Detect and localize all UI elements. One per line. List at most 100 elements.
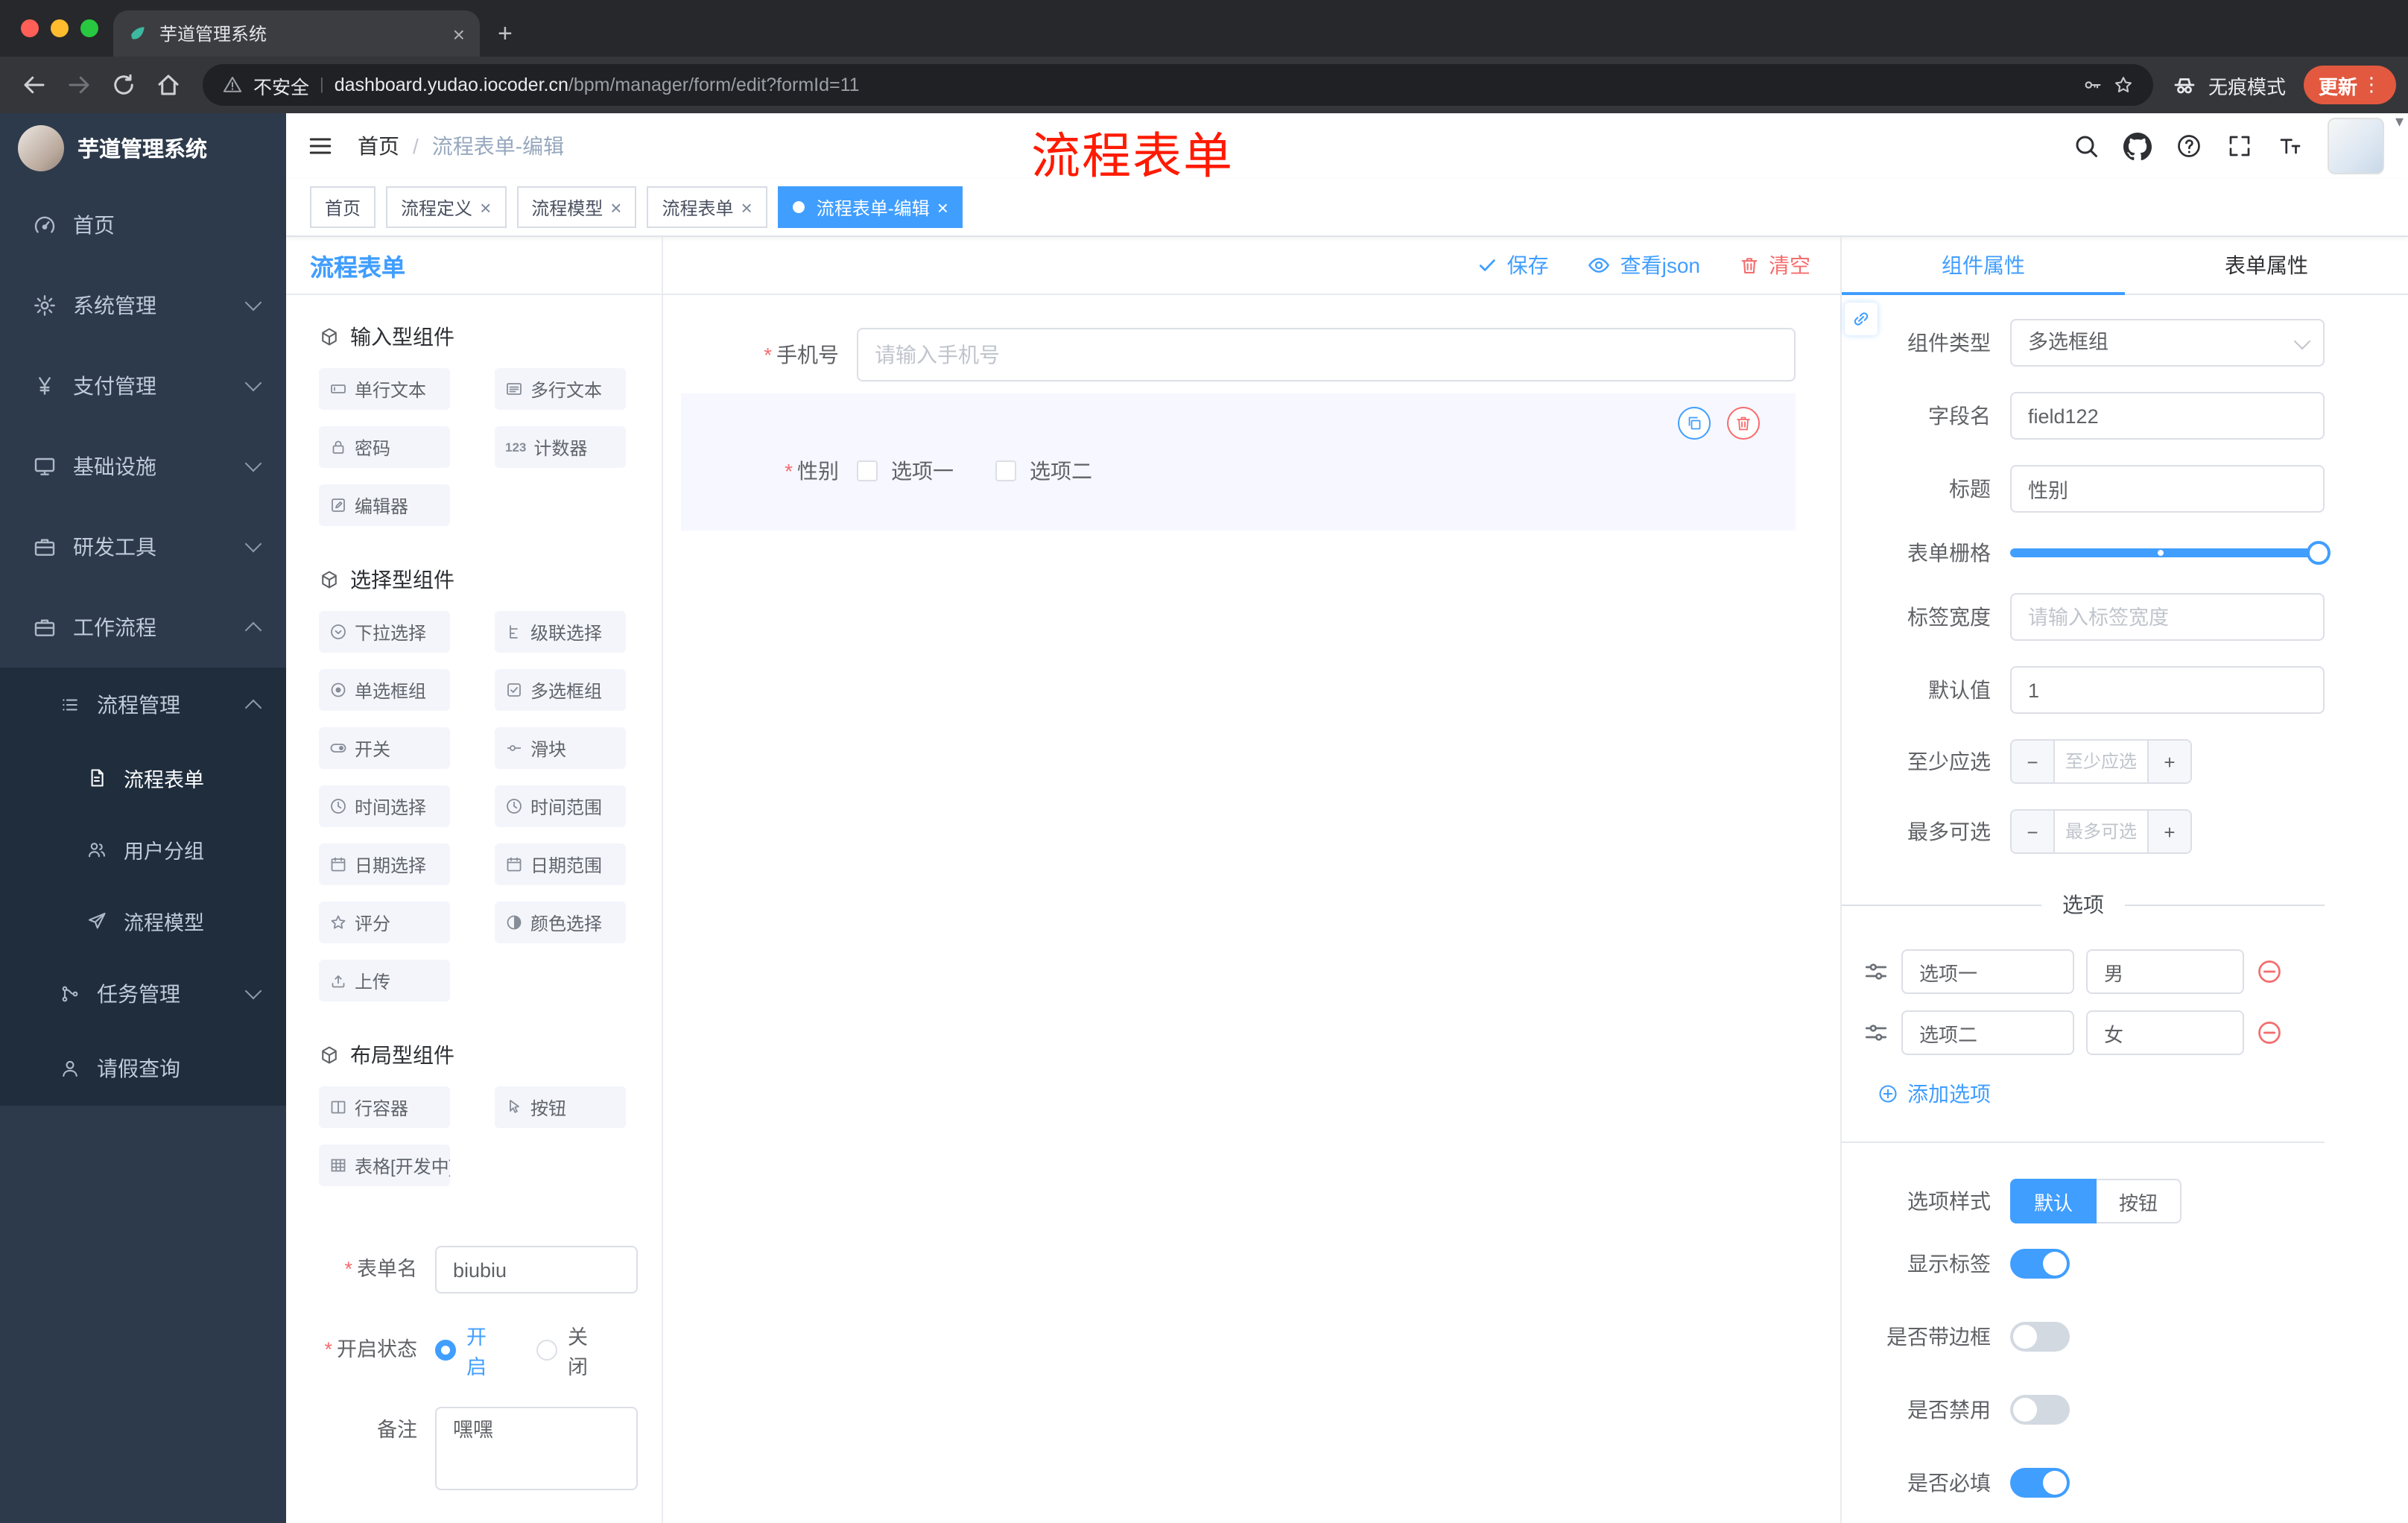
palette-item-radio-group[interactable]: 单选框组 [319, 669, 450, 711]
phone-input[interactable] [857, 328, 1796, 381]
palette-item-counter[interactable]: 计数器 [495, 426, 626, 468]
tag-process-form[interactable]: 流程表单 [647, 186, 767, 228]
back-button[interactable] [15, 66, 54, 104]
tag-process-definition[interactable]: 流程定义 [386, 186, 507, 228]
canvas-field-phone[interactable]: 手机号 [681, 316, 1796, 393]
max-select-input[interactable] [2055, 811, 2147, 852]
canvas-field-gender[interactable]: 性别 选项一 选项二 [681, 393, 1796, 531]
palette-item-multi-line-text[interactable]: 多行文本 [495, 368, 626, 410]
minimize-window-button[interactable] [51, 19, 69, 37]
palette-item-color-picker[interactable]: 颜色选择 [495, 902, 626, 943]
tag-process-model[interactable]: 流程模型 [516, 186, 637, 228]
browser-menu-icon[interactable] [2362, 73, 2381, 97]
palette-item-date-picker[interactable]: 日期选择 [319, 843, 450, 885]
search-icon[interactable] [2073, 133, 2100, 159]
option-name-input[interactable] [1901, 949, 2074, 994]
github-icon[interactable] [2123, 132, 2152, 160]
palette-item-password[interactable]: 密码 [319, 426, 450, 468]
sidebar-item-workflow[interactable]: 工作流程 [0, 587, 286, 668]
help-icon[interactable] [2176, 133, 2202, 159]
form-name-input[interactable] [435, 1246, 638, 1294]
close-icon[interactable] [741, 197, 752, 217]
component-type-select[interactable]: 多选框组 [2010, 319, 2325, 367]
option-value-input[interactable] [2086, 949, 2244, 994]
sidebar-item-leave-query[interactable]: 请假查询 [0, 1031, 286, 1106]
gender-option-1-checkbox[interactable]: 选项一 [857, 456, 954, 486]
sidebar-item-system[interactable]: 系统管理 [0, 265, 286, 346]
palette-item-select[interactable]: 下拉选择 [319, 611, 450, 653]
option-name-input[interactable] [1901, 1010, 2074, 1055]
palette-item-button[interactable]: 按钮 [495, 1086, 626, 1128]
gender-option-2-checkbox[interactable]: 选项二 [995, 456, 1092, 486]
form-remark-textarea[interactable]: 嘿嘿 [435, 1407, 638, 1490]
palette-item-single-line-text[interactable]: 单行文本 [319, 368, 450, 410]
close-icon[interactable] [610, 197, 621, 217]
palette-item-editor[interactable]: 编辑器 [319, 484, 450, 526]
tab-close-icon[interactable] [453, 23, 465, 44]
address-bar[interactable]: 不安全 dashboard.yudao.iocoder.cn/bpm/manag… [203, 64, 2153, 106]
drag-handle-icon[interactable] [1863, 958, 1889, 985]
palette-item-switch[interactable]: 开关 [319, 727, 450, 769]
fullscreen-icon[interactable] [2226, 133, 2253, 159]
palette-item-upload[interactable]: 上传 [319, 960, 450, 1001]
palette-item-checkbox-group[interactable]: 多选框组 [495, 669, 626, 711]
palette-item-table[interactable]: 表格[开发中] [319, 1144, 450, 1186]
increase-button[interactable] [2147, 741, 2190, 782]
sidebar-item-process-form[interactable]: 流程表单 [0, 742, 286, 814]
tag-home[interactable]: 首页 [310, 186, 376, 228]
browser-tab[interactable]: 芋道管理系统 [113, 10, 480, 57]
option-value-input[interactable] [2086, 1010, 2244, 1055]
reload-button[interactable] [104, 66, 143, 104]
maximize-window-button[interactable] [80, 19, 98, 37]
form-grid-slider[interactable] [2010, 539, 2331, 566]
palette-item-time-range[interactable]: 时间范围 [495, 785, 626, 827]
breadcrumb-home[interactable]: 首页 [358, 131, 399, 161]
link-icon[interactable] [1845, 303, 1878, 335]
close-window-button[interactable] [21, 19, 39, 37]
palette-item-rate[interactable]: 评分 [319, 902, 450, 943]
bookmark-star-icon[interactable] [2113, 75, 2134, 95]
sidebar-item-task-management[interactable]: 任务管理 [0, 957, 286, 1031]
tag-process-form-edit[interactable]: 流程表单-编辑 [777, 186, 963, 228]
close-icon[interactable] [480, 197, 491, 217]
palette-item-time-picker[interactable]: 时间选择 [319, 785, 450, 827]
dropdown-caret-icon[interactable] [2395, 112, 2404, 131]
tab-form-properties[interactable]: 表单属性 [2125, 237, 2408, 294]
label-width-input[interactable] [2010, 593, 2325, 641]
palette-item-slider[interactable]: 滑块 [495, 727, 626, 769]
show-label-switch[interactable] [2010, 1249, 2070, 1279]
save-button[interactable]: 保存 [1477, 250, 1549, 280]
option-delete-button[interactable] [2256, 958, 2283, 985]
font-size-icon[interactable] [2277, 133, 2304, 159]
min-select-input[interactable] [2055, 741, 2147, 782]
drag-handle-icon[interactable] [1863, 1019, 1889, 1046]
option-style-button-button[interactable]: 按钮 [2097, 1179, 2182, 1223]
sidebar-item-process-model[interactable]: 流程模型 [0, 885, 286, 957]
sidebar-item-home[interactable]: 首页 [0, 185, 286, 265]
sidebar-toggle-button[interactable] [307, 133, 334, 159]
disabled-switch[interactable] [2010, 1395, 2070, 1425]
copy-component-button[interactable] [1678, 407, 1711, 440]
palette-item-date-range[interactable]: 日期范围 [495, 843, 626, 885]
sidebar-item-user-group[interactable]: 用户分组 [0, 814, 286, 885]
close-icon[interactable] [937, 197, 948, 217]
option-delete-button[interactable] [2256, 1019, 2283, 1046]
new-tab-button[interactable] [498, 21, 513, 46]
palette-item-row-container[interactable]: 行容器 [319, 1086, 450, 1128]
add-option-button[interactable]: 添加选项 [1878, 1079, 2325, 1109]
home-button[interactable] [149, 66, 188, 104]
update-button[interactable]: 更新 [2303, 66, 2396, 104]
option-style-default-button[interactable]: 默认 [2010, 1179, 2097, 1223]
status-off-radio[interactable]: 关闭 [536, 1320, 605, 1380]
title-input[interactable] [2010, 465, 2325, 513]
sidebar-item-devtools[interactable]: 研发工具 [0, 507, 286, 587]
default-value-input[interactable] [2010, 666, 2325, 714]
sidebar-item-infrastructure[interactable]: 基础设施 [0, 426, 286, 507]
clear-button[interactable]: 清空 [1739, 250, 1810, 280]
required-switch[interactable] [2010, 1468, 2070, 1498]
avatar[interactable] [2328, 118, 2384, 174]
field-name-input[interactable] [2010, 392, 2325, 440]
delete-component-button[interactable] [1727, 407, 1760, 440]
forward-button[interactable] [60, 66, 98, 104]
decrease-button[interactable] [2012, 811, 2055, 852]
